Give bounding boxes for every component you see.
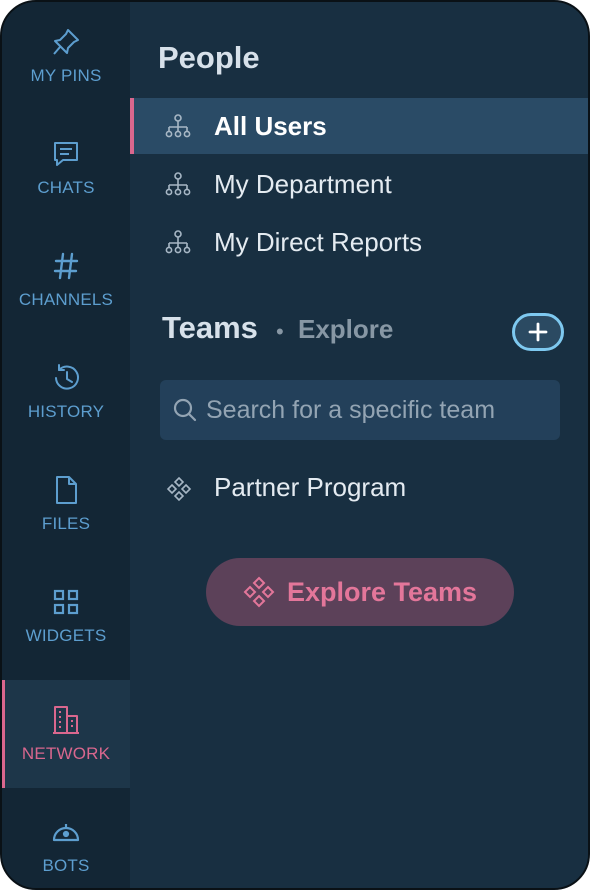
left-nav-rail: MY PINS CHATS CHANNELS HISTORY FILES WID… (2, 2, 130, 888)
nav-item-chats[interactable]: CHATS (2, 114, 130, 222)
people-item-all-users[interactable]: All Users (130, 98, 588, 154)
nav-item-channels[interactable]: CHANNELS (2, 226, 130, 334)
history-icon (55, 364, 79, 390)
org-chart-icon (165, 230, 191, 254)
people-item-label: All Users (214, 110, 327, 141)
nav-item-files[interactable]: FILES (2, 450, 130, 558)
nav-item-network[interactable]: NETWORK (2, 680, 130, 788)
org-chart-icon (165, 172, 191, 196)
team-item-partner-program[interactable]: Partner Program (130, 462, 588, 516)
search-icon (173, 398, 197, 422)
chat-icon (54, 142, 78, 166)
team-diamond-icon (166, 476, 192, 502)
team-diamond-icon (243, 576, 275, 608)
grid-icon (53, 589, 79, 615)
people-item-label: My Department (214, 168, 392, 199)
people-item-my-direct-reports[interactable]: My Direct Reports (130, 214, 588, 270)
people-heading: People (158, 40, 260, 75)
team-search-box (160, 380, 560, 440)
bot-icon (52, 824, 80, 842)
teams-separator: • (276, 319, 284, 344)
nav-label: CHANNELS (18, 290, 114, 309)
explore-teams-label: Explore Teams (286, 576, 478, 607)
team-item-label: Partner Program (214, 472, 407, 502)
nav-label: HISTORY (27, 402, 105, 421)
nav-label: NETWORK (21, 744, 111, 763)
nav-item-bots[interactable]: BOTS (2, 792, 130, 888)
nav-label: FILES (41, 514, 91, 533)
building-icon (53, 706, 79, 734)
add-team-button[interactable] (512, 313, 564, 351)
teams-heading: Teams (162, 310, 258, 345)
plus-icon (528, 322, 548, 342)
nav-label: CHATS (37, 178, 95, 197)
file-icon (56, 476, 77, 504)
nav-item-history[interactable]: HISTORY (2, 338, 130, 446)
explore-teams-button[interactable]: Explore Teams (206, 558, 514, 626)
nav-label: BOTS (42, 856, 90, 875)
pin-icon (53, 29, 79, 55)
nav-label: WIDGETS (25, 626, 107, 645)
nav-label: MY PINS (30, 66, 102, 85)
network-panel: People All Users My Department My Direct… (130, 2, 588, 888)
people-item-my-department[interactable]: My Department (130, 156, 588, 212)
hash-icon (53, 252, 79, 280)
nav-item-my-pins[interactable]: MY PINS (2, 2, 130, 110)
nav-item-widgets[interactable]: WIDGETS (2, 562, 130, 670)
people-item-label: My Direct Reports (214, 226, 423, 257)
teams-explore-link[interactable]: Explore (298, 314, 393, 345)
app-window: MY PINS CHATS CHANNELS HISTORY FILES WID… (0, 0, 590, 890)
team-search-input[interactable] (206, 380, 546, 440)
org-chart-icon (165, 114, 191, 138)
